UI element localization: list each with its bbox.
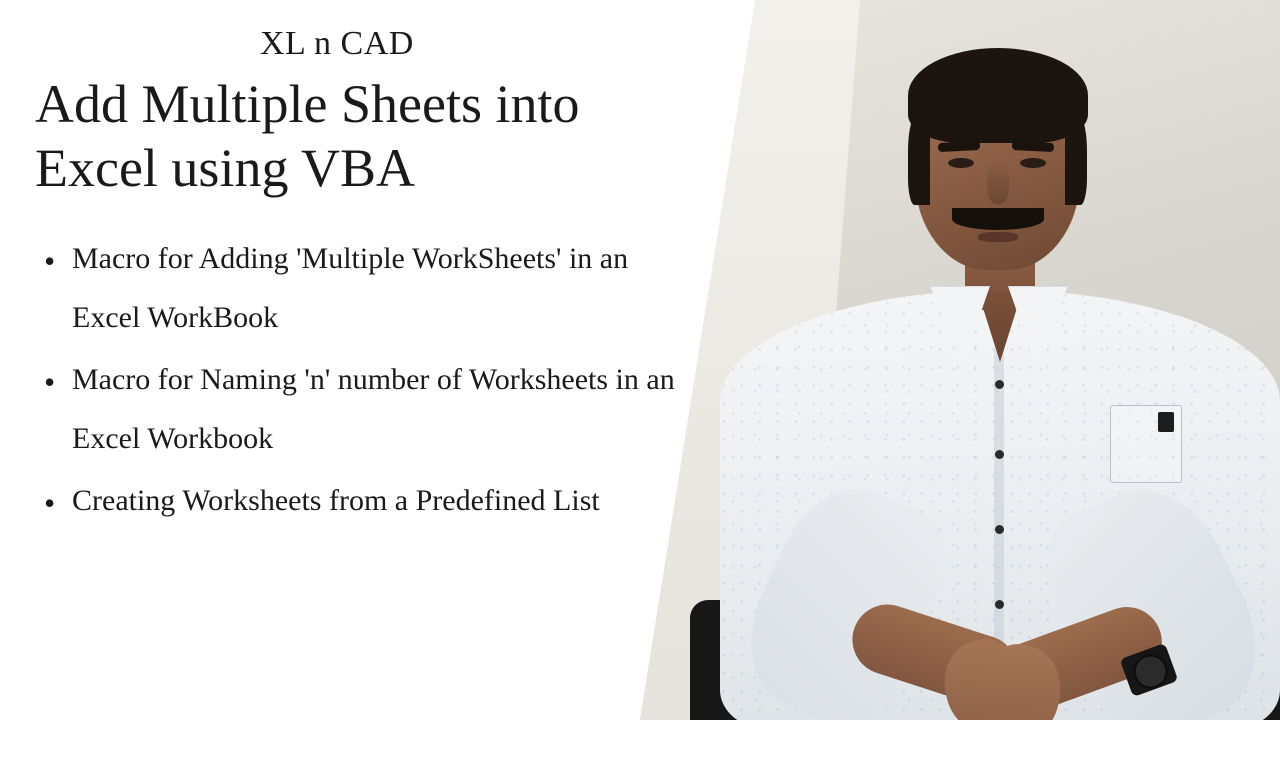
headline: Add Multiple Sheets into Excel using VBA (35, 73, 675, 200)
bullet-item: Macro for Adding 'Multiple WorkSheets' i… (40, 230, 675, 347)
bullet-item: Macro for Naming 'n' number of Worksheet… (40, 351, 675, 468)
bullet-list: Macro for Adding 'Multiple WorkSheets' i… (35, 230, 675, 531)
bullet-item: Creating Worksheets from a Predefined Li… (40, 472, 675, 531)
brand-label: XL n CAD (260, 25, 675, 63)
presenter-photo (640, 0, 1280, 720)
text-panel: XL n CAD Add Multiple Sheets into Excel … (35, 25, 675, 535)
